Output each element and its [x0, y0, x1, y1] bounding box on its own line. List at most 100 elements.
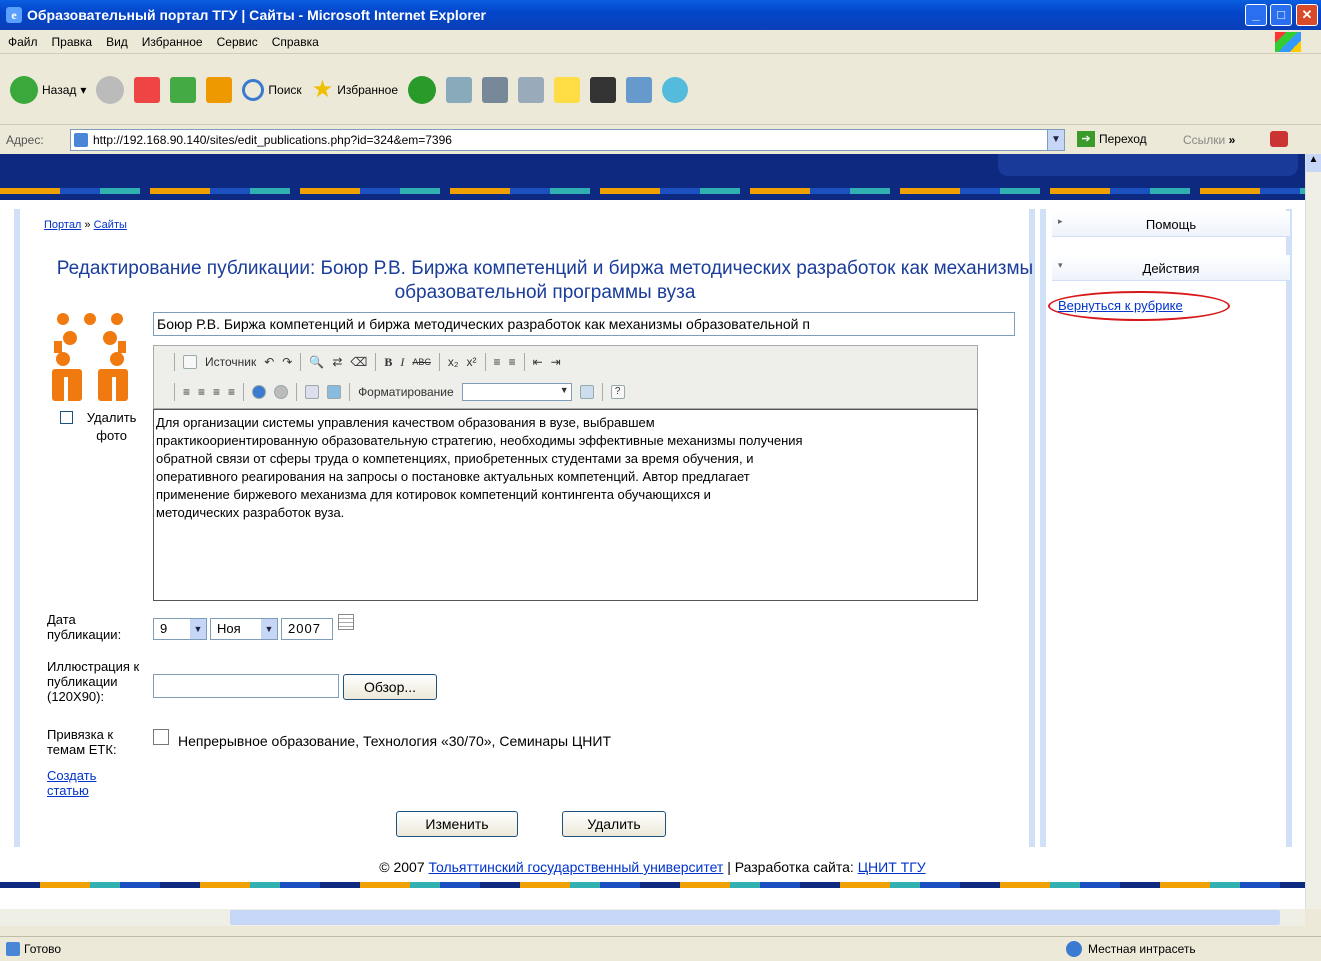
editor-text-area[interactable]: Для организации системы управления качес… [153, 409, 978, 601]
illustration-file-input[interactable] [153, 674, 339, 698]
save-button[interactable]: Изменить [396, 811, 518, 837]
format-select[interactable] [461, 383, 572, 401]
align-left-icon[interactable]: ≡ [183, 385, 190, 399]
back-button[interactable]: Назад ▾ [10, 75, 86, 104]
breadcrumb: Портал » Сайты [44, 219, 127, 231]
vertical-scrollbar[interactable]: ▲ [1305, 154, 1321, 909]
redo-icon[interactable]: ↷ [282, 355, 292, 369]
history-icon[interactable] [408, 75, 437, 104]
editor-toolbar-row-2: ≡ ≡ ≡ ≡ Форматирование ? [174, 378, 625, 406]
unlink-icon[interactable] [274, 385, 289, 399]
zone-text: Местная интрасеть [1088, 942, 1196, 956]
calendar-icon[interactable] [338, 614, 354, 630]
toolbar-separator [174, 353, 175, 371]
undo-icon[interactable]: ↶ [264, 355, 274, 369]
breadcrumb-sites-link[interactable]: Сайты [94, 219, 127, 231]
superscript-icon[interactable]: x² [467, 355, 477, 369]
page-title: Редактирование публикации: Боюр Р.В. Бир… [56, 258, 1034, 303]
month-select[interactable]: Ноя ▼ [210, 618, 278, 640]
go-button[interactable]: ➔ Переход [1077, 131, 1147, 147]
close-button[interactable]: ✕ [1296, 4, 1318, 26]
outdent-icon[interactable]: ⇤ [533, 355, 543, 369]
year-input[interactable]: 2007 [281, 618, 333, 640]
bold-icon[interactable]: B [384, 355, 392, 370]
k-icon[interactable] [590, 76, 617, 103]
actions-panel-header[interactable]: ▾ Действия [1052, 255, 1290, 281]
menu-view[interactable]: Вид [106, 35, 128, 49]
numbered-list-icon[interactable]: ≡ [494, 355, 501, 369]
menu-tools[interactable]: Сервис [217, 35, 258, 49]
address-bar: Адрес: http://192.168.90.140/sites/edit_… [0, 126, 1321, 154]
menu-edit[interactable]: Правка [52, 35, 93, 49]
toolbar-separator [438, 353, 440, 371]
stop-icon[interactable] [134, 76, 161, 103]
toolbar-separator [349, 383, 351, 401]
search-icon [242, 78, 265, 101]
special-char-icon[interactable] [327, 385, 342, 399]
menu-favorites[interactable]: Избранное [142, 35, 203, 49]
pdf-icon[interactable] [1270, 131, 1288, 147]
maximize-editor-icon[interactable] [579, 385, 594, 399]
table-icon[interactable] [305, 385, 320, 399]
help-panel-header[interactable]: ▸ Помощь [1052, 211, 1290, 237]
page-viewport: Портал » Сайты Редактирование публикации… [0, 154, 1305, 909]
search-label: Поиск [268, 82, 302, 97]
scroll-up-arrow-icon[interactable]: ▲ [1306, 154, 1321, 172]
note-icon[interactable] [554, 76, 581, 103]
breadcrumb-portal-link[interactable]: Портал [44, 219, 81, 231]
favorites-button[interactable]: ★ Избранное [312, 75, 398, 104]
messenger-icon[interactable] [662, 76, 689, 103]
indent-icon[interactable]: ⇥ [551, 355, 561, 369]
address-dropdown-button[interactable]: ▼ [1047, 129, 1065, 151]
link-icon[interactable] [252, 385, 267, 399]
delete-photo-checkbox[interactable] [60, 411, 73, 424]
bullet-list-icon[interactable]: ≡ [509, 355, 516, 369]
italic-icon[interactable]: I [400, 355, 404, 370]
menu-file[interactable]: Файл [8, 35, 38, 49]
page-status-icon [6, 942, 20, 956]
developer-link[interactable]: ЦНИТ ТГУ [858, 859, 926, 875]
source-button[interactable]: Источник [205, 355, 256, 369]
address-input[interactable]: http://192.168.90.140/sites/edit_publica… [70, 129, 1048, 151]
window-title: Образовательный портал ТГУ | Сайты - Mic… [27, 7, 487, 23]
research-icon[interactable] [626, 76, 653, 103]
menu-help[interactable]: Справка [272, 35, 319, 49]
print-icon[interactable] [482, 76, 509, 103]
horizontal-scroll-thumb[interactable] [230, 910, 1280, 925]
align-justify-icon[interactable]: ≡ [228, 385, 235, 399]
edit-topics-icon[interactable] [153, 729, 169, 745]
university-link[interactable]: Тольяттинский государственный университе… [429, 859, 724, 875]
publication-title-input[interactable]: Боюр Р.В. Биржа компетенций и биржа мето… [153, 312, 1015, 336]
actions-title: Действия [1142, 261, 1200, 276]
maximize-button[interactable]: □ [1270, 4, 1292, 26]
back-to-rubric-link[interactable]: Вернуться к рубрике [1058, 298, 1183, 313]
home-icon[interactable] [206, 76, 233, 103]
create-article-link[interactable]: Создать статью [47, 768, 117, 798]
day-select[interactable]: 9 ▼ [153, 618, 207, 640]
go-arrow-icon: ➔ [1077, 131, 1095, 147]
align-right-icon[interactable]: ≡ [213, 385, 220, 399]
mail-icon[interactable] [446, 76, 473, 103]
search-button[interactable]: Поиск [242, 78, 302, 101]
subscript-icon[interactable]: x₂ [448, 355, 459, 369]
align-center-icon[interactable]: ≡ [198, 385, 205, 399]
minimize-button[interactable]: _ [1245, 4, 1267, 26]
replace-icon[interactable]: ⇄ [332, 355, 342, 369]
source-icon[interactable] [183, 355, 197, 369]
delete-button[interactable]: Удалить [562, 811, 666, 837]
forward-arrow-icon[interactable] [96, 75, 125, 104]
horizontal-scrollbar[interactable] [0, 909, 1305, 926]
edit-icon[interactable] [518, 76, 545, 103]
topics-label: Привязка к темам ЕТК: [47, 727, 117, 757]
address-url: http://192.168.90.140/sites/edit_publica… [93, 133, 452, 147]
find-icon[interactable]: 🔍 [309, 355, 324, 369]
page-icon [74, 133, 88, 147]
help-icon[interactable]: ? [610, 385, 625, 399]
eraser-icon[interactable]: ⌫ [350, 355, 367, 369]
links-button[interactable]: Ссылки » [1183, 133, 1235, 147]
refresh-icon[interactable] [170, 76, 197, 103]
chevron-down-icon: ▼ [190, 619, 206, 639]
sidebar: ▸ Помощь ▾ Действия Вернуться к рубрике [1040, 209, 1292, 847]
strikethrough-icon[interactable]: ABC [412, 357, 431, 367]
browse-button[interactable]: Обзор... [343, 674, 437, 700]
